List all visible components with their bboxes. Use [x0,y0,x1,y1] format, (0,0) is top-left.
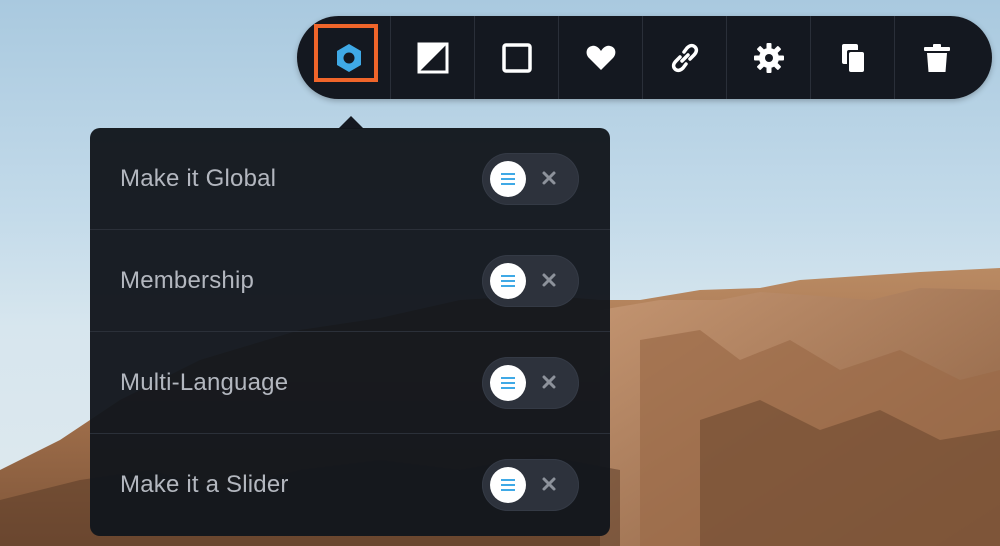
copy-icon [841,43,864,72]
option-row-global: Make it Global [90,128,610,230]
element-toolbar [297,16,992,99]
menu-lines-icon [501,376,515,389]
option-label: Make it a Slider [120,471,289,498]
options-panel: Make it Global Membership Multi-Language… [90,128,610,536]
hexagon-button[interactable] [307,16,391,99]
trash-icon [924,43,950,72]
toggle-knob [490,364,526,401]
multi-language-toggle[interactable] [482,356,579,409]
duplicate-button[interactable] [811,16,895,99]
square-icon [501,42,532,73]
favorite-button[interactable] [559,16,643,99]
settings-button[interactable] [727,16,811,99]
delete-button[interactable] [895,16,979,99]
membership-toggle[interactable] [482,254,579,307]
global-toggle[interactable] [482,152,579,205]
option-label: Multi-Language [120,368,289,396]
link-button[interactable] [643,16,727,99]
option-row-multi-language: Multi-Language [90,332,610,434]
heart-icon [586,45,615,70]
link-icon [671,43,698,72]
close-icon [542,171,556,184]
option-label: Membership [120,266,255,294]
option-row-slider: Make it a Slider [90,434,610,536]
half-square-icon [417,42,448,73]
toggle-knob [490,467,526,503]
close-icon [542,477,556,491]
hexagon-icon [336,43,361,72]
option-row-membership: Membership [90,230,610,332]
border-button[interactable] [475,16,559,99]
close-icon [542,375,556,388]
background-button[interactable] [391,16,475,99]
close-icon [542,273,556,286]
toggle-knob [490,262,526,299]
menu-lines-icon [501,172,515,185]
gear-icon [753,42,784,73]
option-label: Make it Global [120,164,277,192]
slider-toggle[interactable] [482,459,579,511]
toggle-knob [490,160,526,197]
menu-lines-icon [501,274,515,287]
menu-lines-icon [501,479,515,491]
